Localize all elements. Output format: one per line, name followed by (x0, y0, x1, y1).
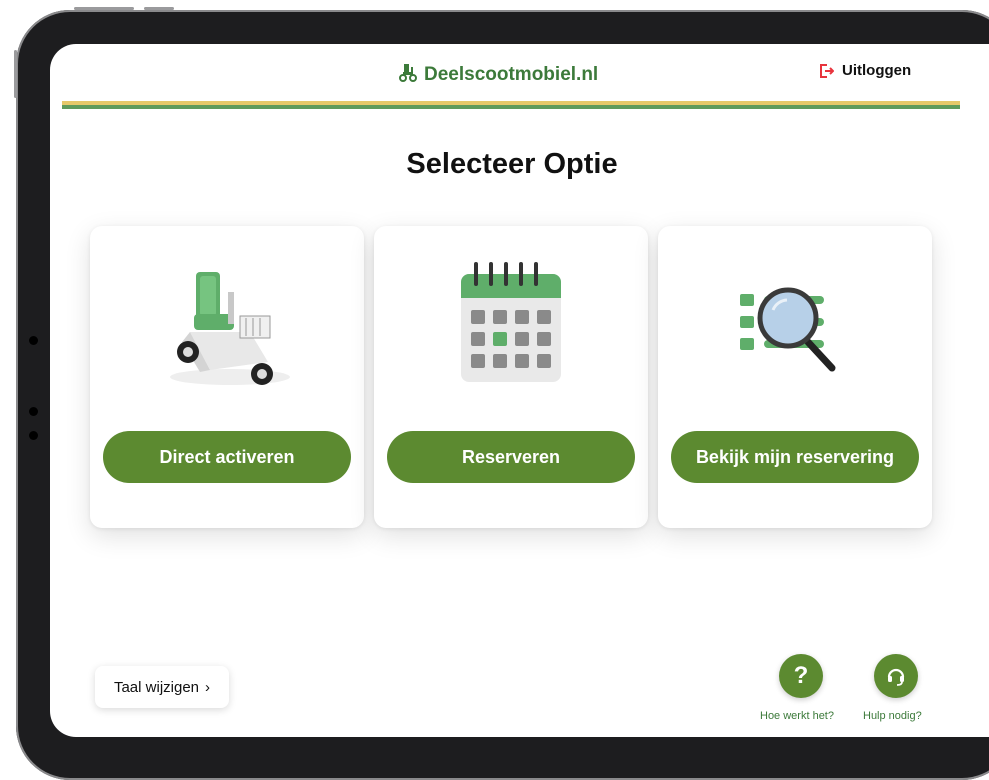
volume-up-button (14, 50, 17, 98)
option-card-bekijk-reservering: Bekijk mijn reservering (658, 226, 932, 528)
header: Deelscootmobiel.nl Uitloggen (50, 44, 989, 109)
app-screen: Deelscootmobiel.nl Uitloggen Selecteer O… (50, 44, 989, 737)
top-button-2 (144, 7, 174, 10)
bekijk-reservering-button[interactable]: Bekijk mijn reservering (671, 431, 919, 483)
option-card-reserveren: Reserveren (374, 226, 648, 528)
how-it-works-label: Hoe werkt het? (760, 710, 834, 722)
page-title: Selecteer Optie (406, 148, 618, 180)
how-it-works-button[interactable]: ? (779, 654, 823, 698)
brand-logo[interactable]: Deelscootmobiel.nl (398, 62, 598, 87)
header-divider-green (62, 105, 960, 109)
mobility-scooter-icon (398, 62, 418, 87)
language-button[interactable]: Taal wijzigen › (95, 666, 229, 708)
logout-label: Uitloggen (842, 62, 912, 79)
language-label: Taal wijzigen (113, 678, 200, 696)
camera-dot (29, 336, 38, 345)
brand-name: Deelscootmobiel.nl (424, 63, 599, 85)
calendar-icon (374, 252, 648, 402)
direct-activeren-button[interactable]: Direct activeren (103, 431, 351, 483)
mobility-scooter-icon (90, 252, 364, 402)
top-button (74, 7, 134, 10)
camera-dot (29, 407, 38, 416)
chevron-right-icon: › (205, 678, 211, 696)
search-list-icon (658, 252, 932, 402)
camera-dot (29, 431, 38, 440)
option-card-direct-activeren: Direct activeren (90, 226, 364, 528)
help-label: Hulp nodig? (863, 710, 922, 722)
question-mark-icon: ? (793, 662, 809, 689)
headset-icon (887, 668, 905, 686)
logout-icon (820, 63, 834, 78)
logout-button[interactable]: Uitloggen (818, 62, 911, 79)
reserveren-button[interactable]: Reserveren (387, 431, 635, 483)
help-button[interactable] (874, 654, 918, 698)
